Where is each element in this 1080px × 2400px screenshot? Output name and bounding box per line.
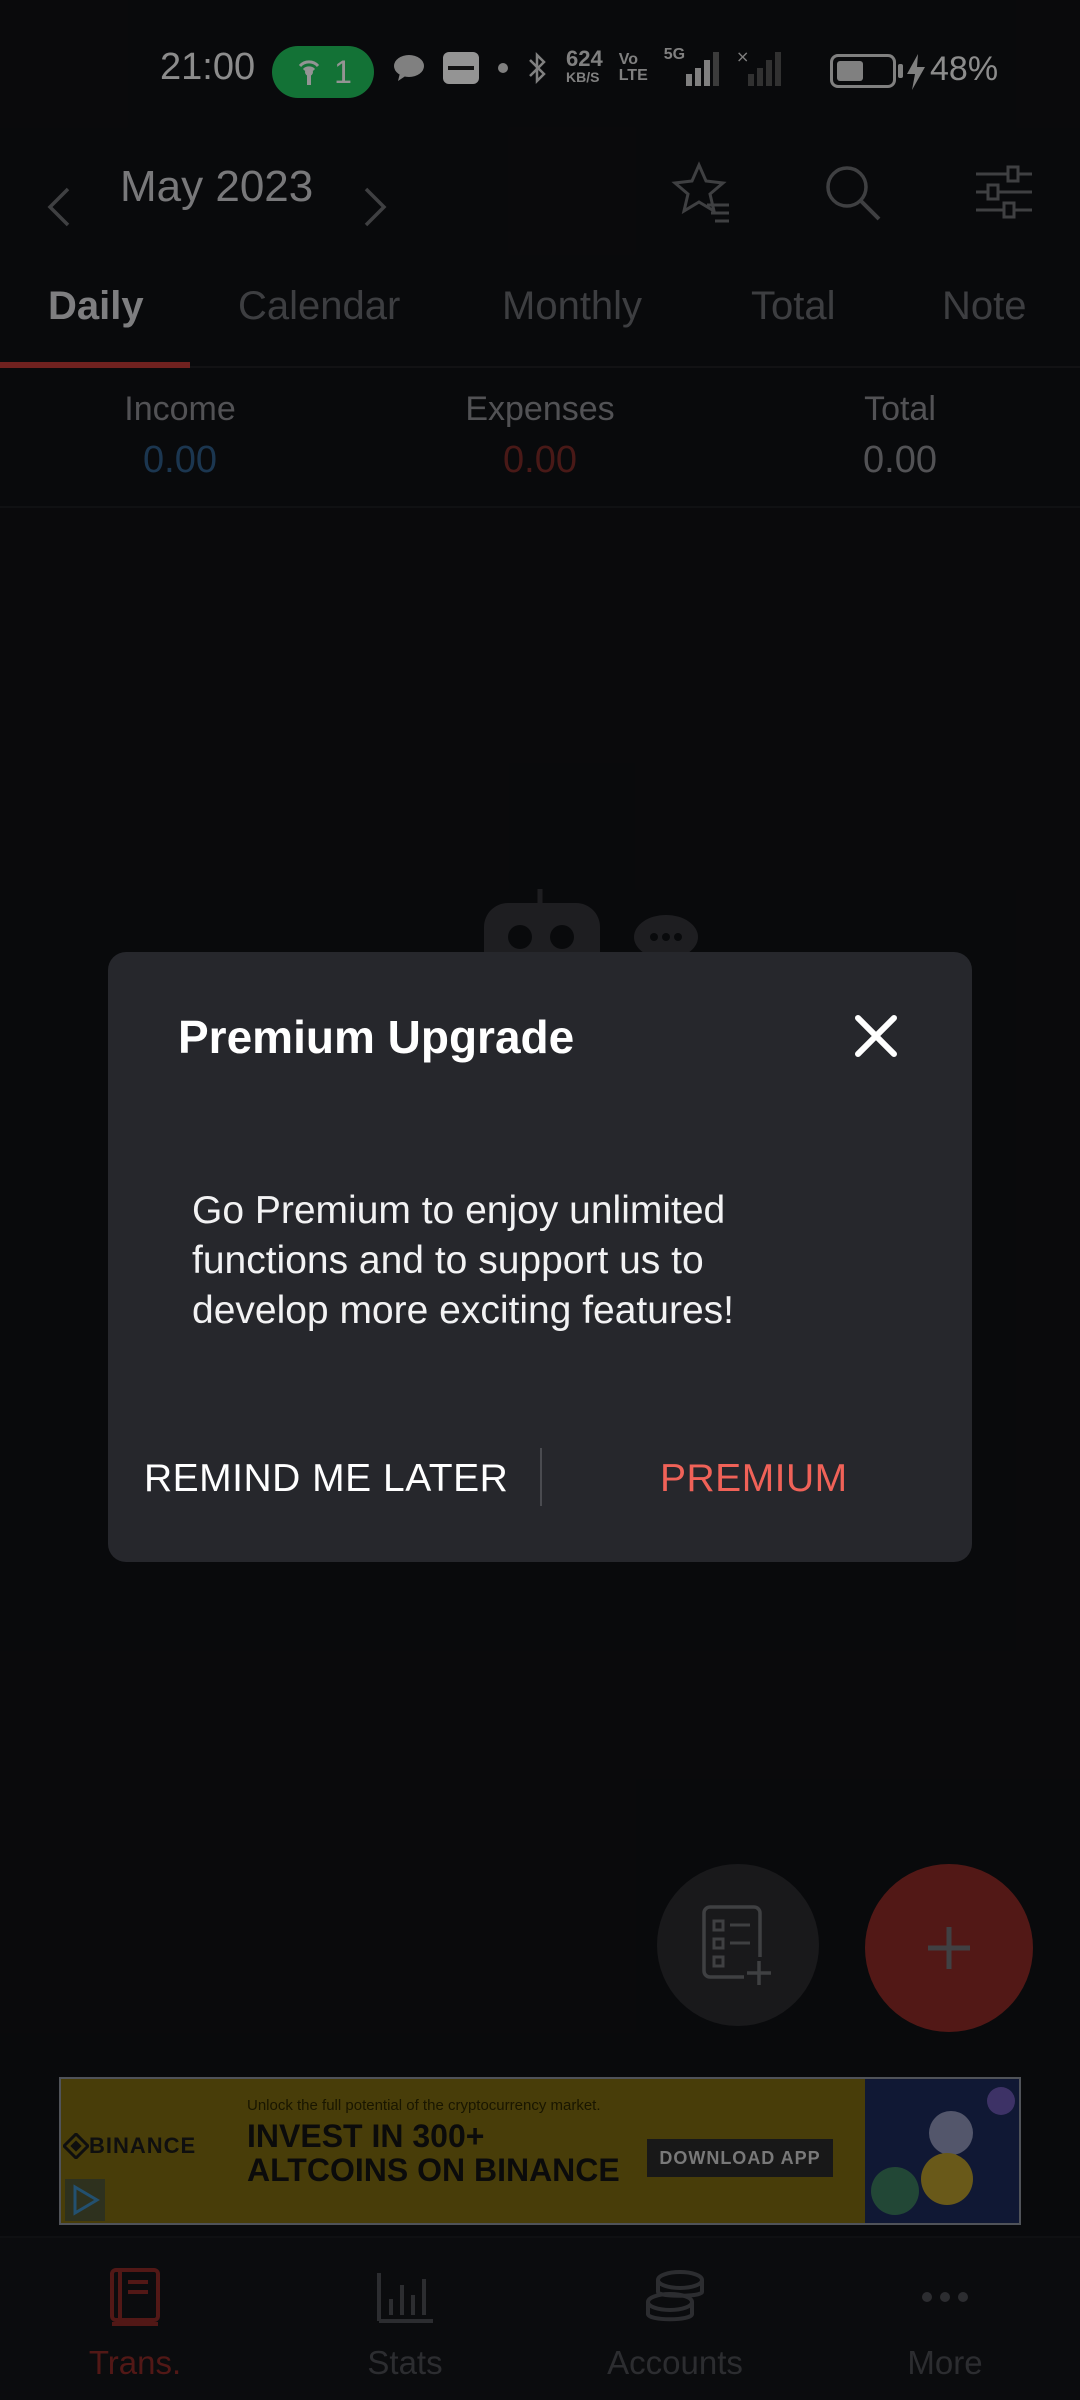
remind-me-later-button[interactable]: REMIND ME LATER: [144, 1457, 508, 1501]
dialog-button-divider: [540, 1448, 542, 1506]
premium-button[interactable]: PREMIUM: [660, 1457, 848, 1501]
premium-upgrade-dialog: Premium Upgrade Go Premium to enjoy unli…: [108, 952, 972, 1562]
close-icon[interactable]: [848, 1008, 904, 1064]
dialog-title: Premium Upgrade: [178, 1011, 575, 1063]
app-screen: 21:00 1 624 KB/S Vo LTE 5G × 48% May 202…: [0, 0, 1080, 2400]
dialog-message: Go Premium to enjoy unlimited functions …: [192, 1189, 734, 1332]
